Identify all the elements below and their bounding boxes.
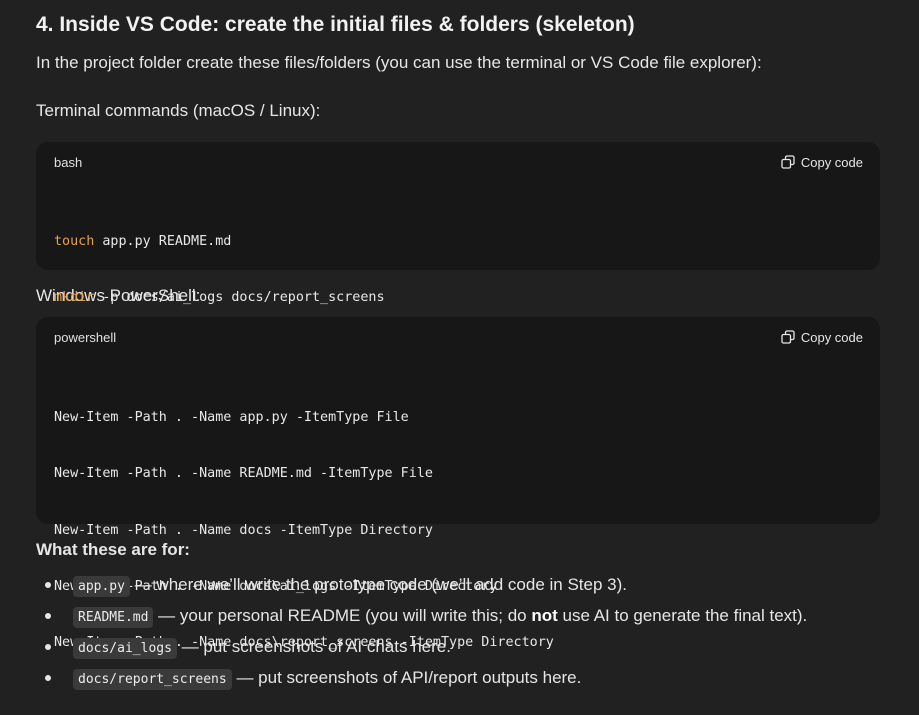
code-block-header: bash Copy code	[36, 142, 880, 182]
bullet-icon	[45, 675, 51, 681]
list-item: docs/ai_logs — put screenshots of AI cha…	[36, 631, 919, 662]
bash-code-block: bash Copy code touch app.py README.md mk…	[36, 142, 880, 305]
code-block-header: powershell Copy code	[36, 317, 880, 357]
bold-text: not	[531, 606, 558, 625]
copy-code-button[interactable]: Copy code	[781, 330, 863, 345]
inline-code: README.md	[73, 607, 154, 628]
copy-icon	[781, 330, 795, 344]
list-item: app.py — where we’ll write the prototype…	[36, 569, 919, 600]
code-text: app.py README.md	[94, 234, 232, 249]
terminal-label: Terminal commands (macOS / Linux):	[36, 101, 321, 120]
copy-code-label: Copy code	[800, 329, 863, 345]
code-line: touch app.py README.md	[54, 229, 862, 255]
copy-code-label: Copy code	[800, 154, 863, 170]
code-line: New-Item -Path . -Name README.md -ItemTy…	[54, 466, 433, 482]
chat-message-content: 4. Inside VS Code: create the initial fi…	[0, 0, 919, 715]
copy-icon	[781, 155, 795, 169]
code-line: mkdir -p docs/ai_logs docs/report_screen…	[54, 285, 862, 311]
code-line: New-Item -Path . -Name docs -ItemType Di…	[54, 522, 433, 538]
code-language-label: bash	[54, 154, 83, 170]
section-heading: 4. Inside VS Code: create the initial fi…	[36, 13, 635, 36]
list-item-text: — put screenshots of AI chats here.	[176, 637, 451, 656]
code-text: -p docs/ai_logs docs/report_screens	[94, 290, 385, 306]
list-item-text: — your personal README (you will write t…	[153, 606, 532, 625]
code-keyword: mkdir	[54, 290, 95, 306]
intro-paragraph: In the project folder create these files…	[36, 53, 762, 72]
code-line: New-Item -Path . -Name app.py -ItemType …	[54, 410, 409, 425]
inline-code: docs/report_screens	[73, 669, 232, 690]
list-item: README.md — your personal README (you wi…	[36, 600, 919, 631]
inline-code: app.py	[73, 576, 130, 597]
list-item-text: use AI to generate the final text).	[557, 606, 808, 625]
list-item-text: — put screenshots of API/report outputs …	[231, 668, 582, 687]
bullet-icon	[45, 613, 51, 619]
inline-code: docs/ai_logs	[73, 638, 177, 659]
code-keyword: touch	[54, 234, 95, 249]
purpose-list: app.py — where we’ll write the prototype…	[36, 569, 919, 693]
bullet-icon	[45, 644, 51, 650]
copy-code-button[interactable]: Copy code	[781, 155, 863, 170]
code-language-label: powershell	[54, 329, 117, 345]
list-item-text: — where we’ll write the prototype code (…	[129, 575, 627, 594]
list-item: docs/report_screens — put screenshots of…	[36, 662, 919, 693]
bullet-icon	[45, 582, 51, 588]
powershell-code-block: powershell Copy code New-Item -Path . -N…	[36, 317, 880, 650]
